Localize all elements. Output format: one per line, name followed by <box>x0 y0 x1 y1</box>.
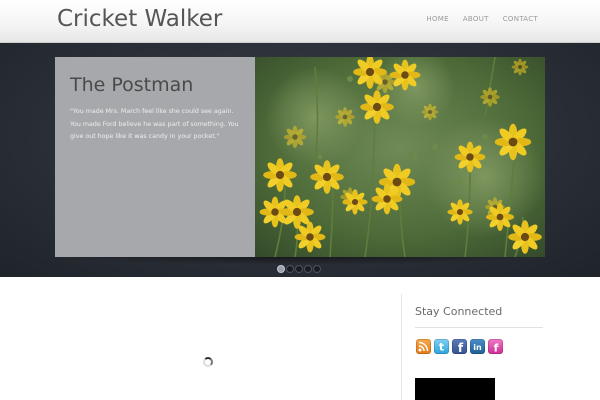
slider-dot[interactable] <box>296 266 302 272</box>
svg-text:t: t <box>439 341 444 354</box>
slide-quote: "You made Mrs. March feel like she could… <box>70 108 239 140</box>
slider-dot[interactable] <box>314 266 320 272</box>
nav-contact[interactable]: CONTACT <box>503 15 538 23</box>
svg-text:f: f <box>494 342 499 355</box>
svg-text:f: f <box>458 341 464 354</box>
sidebar-ad-banner[interactable] <box>415 378 495 400</box>
svg-text:in: in <box>473 343 482 352</box>
linkedin-icon[interactable]: in <box>470 339 485 354</box>
slider-dot[interactable] <box>278 266 284 272</box>
sidebar-title: Stay Connected <box>415 305 503 318</box>
sidebar-divider <box>401 294 402 400</box>
site-title[interactable]: Cricket Walker <box>57 6 222 32</box>
facebook-icon[interactable]: f <box>452 339 467 354</box>
social-links: t f in f <box>416 339 503 354</box>
slide-image[interactable] <box>255 57 545 257</box>
main-nav: HOME ABOUT CONTACT <box>412 15 538 23</box>
flickr-icon[interactable]: f <box>488 339 503 354</box>
slider-pager <box>278 266 320 272</box>
slide-caption-panel: The Postman "You made Mrs. March feel li… <box>55 57 255 257</box>
slider-dot[interactable] <box>305 266 311 272</box>
site-header: Cricket Walker HOME ABOUT CONTACT <box>0 0 600 43</box>
flowers-photo <box>255 57 545 257</box>
loading-spinner-icon <box>203 357 213 367</box>
slider-dot[interactable] <box>287 266 293 272</box>
rss-icon[interactable] <box>416 339 431 354</box>
sidebar-rule <box>415 327 543 328</box>
slide-title: The Postman <box>70 74 194 96</box>
twitter-icon[interactable]: t <box>434 339 449 354</box>
nav-home[interactable]: HOME <box>426 15 448 23</box>
nav-about[interactable]: ABOUT <box>463 15 489 23</box>
